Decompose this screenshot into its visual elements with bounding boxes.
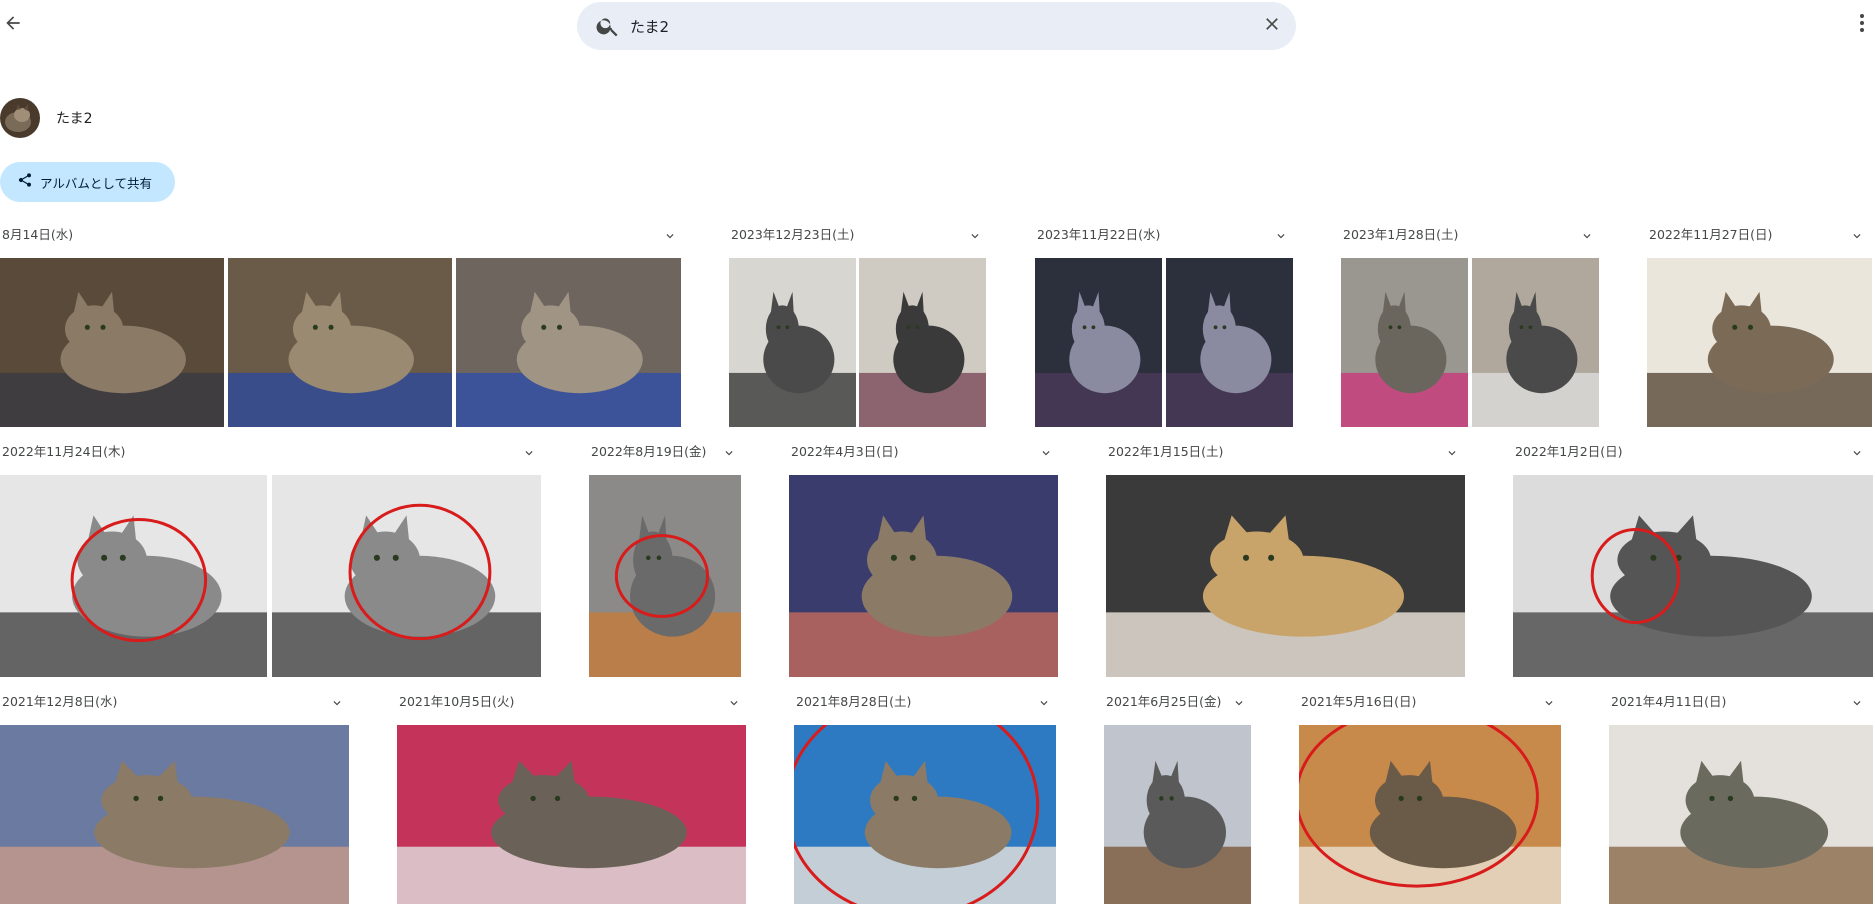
- photo-thumbnail[interactable]: [1513, 475, 1873, 677]
- person-header: たま2: [0, 97, 93, 139]
- chevron-down-icon[interactable]: [1540, 694, 1558, 712]
- date-label: 2023年1月28日(土): [1343, 227, 1459, 242]
- share-label: アルバムとして共有: [40, 175, 153, 191]
- chevron-down-icon[interactable]: [725, 694, 743, 712]
- back-arrow-icon: [3, 13, 23, 37]
- chevron-down-icon[interactable]: [1037, 444, 1055, 462]
- photo-thumbnail[interactable]: [1166, 258, 1293, 427]
- share-icon: [17, 172, 33, 192]
- date-label: 2021年4月11日(日): [1611, 694, 1727, 709]
- chevron-down-icon[interactable]: [520, 444, 538, 462]
- chevron-down-icon[interactable]: [1443, 444, 1461, 462]
- back-button[interactable]: [0, 12, 26, 38]
- clear-search-button[interactable]: [1261, 15, 1283, 37]
- close-icon: [1262, 14, 1282, 38]
- date-label: 2023年12月23日(土): [731, 227, 855, 242]
- person-name[interactable]: たま2: [56, 108, 93, 128]
- photo-thumbnail[interactable]: [1299, 725, 1561, 904]
- photo-thumbnail[interactable]: [0, 475, 267, 677]
- date-label: 2023年11月22日(水): [1037, 227, 1161, 242]
- date-label: 2021年8月28日(土): [796, 694, 912, 709]
- photo-thumbnail[interactable]: [0, 258, 224, 427]
- date-label: 2021年6月25日(金): [1106, 694, 1222, 709]
- date-label: 2021年12月8日(水): [2, 694, 118, 709]
- chevron-down-icon[interactable]: [1035, 694, 1053, 712]
- photo-thumbnail[interactable]: [589, 475, 741, 677]
- chevron-down-icon[interactable]: [1578, 227, 1596, 245]
- photo-thumbnail[interactable]: [789, 475, 1058, 677]
- share-as-album-button[interactable]: アルバムとして共有: [0, 162, 175, 202]
- photo-thumbnail[interactable]: [1647, 258, 1872, 427]
- photo-thumbnail[interactable]: [1035, 258, 1162, 427]
- avatar[interactable]: [0, 98, 40, 138]
- date-label: 2022年4月3日(日): [791, 444, 899, 459]
- photo-thumbnail[interactable]: [397, 725, 746, 904]
- chevron-down-icon[interactable]: [1272, 227, 1290, 245]
- photo-thumbnail[interactable]: [1609, 725, 1873, 904]
- photo-thumbnail[interactable]: [729, 258, 856, 427]
- date-label: 2022年1月2日(日): [1515, 444, 1623, 459]
- photo-thumbnail[interactable]: [228, 258, 452, 427]
- date-label: 2021年10月5日(火): [399, 694, 515, 709]
- search-bar: [577, 2, 1296, 50]
- date-label: 2021年5月16日(日): [1301, 694, 1417, 709]
- chevron-down-icon[interactable]: [1848, 227, 1866, 245]
- more-options-button[interactable]: [1852, 13, 1872, 37]
- chevron-down-icon[interactable]: [966, 227, 984, 245]
- photo-thumbnail[interactable]: [1106, 475, 1465, 677]
- search-icon[interactable]: [595, 13, 621, 39]
- photo-thumbnail[interactable]: [1341, 258, 1468, 427]
- photo-thumbnail[interactable]: [1472, 258, 1599, 427]
- more-vert-icon: [1859, 13, 1865, 37]
- chevron-down-icon[interactable]: [720, 444, 738, 462]
- search-input[interactable]: [630, 11, 1230, 41]
- photo-thumbnail[interactable]: [859, 258, 986, 427]
- chevron-down-icon[interactable]: [1848, 444, 1866, 462]
- top-bar: [0, 0, 1875, 52]
- date-label: 8月14日(水): [2, 227, 74, 242]
- date-label: 2022年1月15日(土): [1108, 444, 1224, 459]
- chevron-down-icon[interactable]: [1848, 694, 1866, 712]
- date-label: 2022年8月19日(金): [591, 444, 707, 459]
- photo-thumbnail[interactable]: [272, 475, 541, 677]
- chevron-down-icon[interactable]: [661, 227, 679, 245]
- date-label: 2022年11月27日(日): [1649, 227, 1773, 242]
- photo-thumbnail[interactable]: [0, 725, 349, 904]
- photo-thumbnail[interactable]: [456, 258, 681, 427]
- photo-thumbnail[interactable]: [794, 725, 1056, 904]
- chevron-down-icon[interactable]: [328, 694, 346, 712]
- date-label: 2022年11月24日(木): [2, 444, 126, 459]
- chevron-down-icon[interactable]: [1230, 694, 1248, 712]
- photo-thumbnail[interactable]: [1104, 725, 1251, 904]
